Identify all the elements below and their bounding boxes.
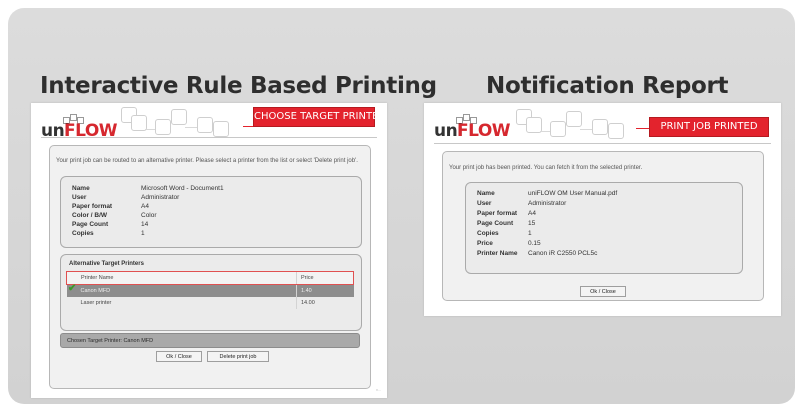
uniflow-logo: uni FLOW (434, 114, 511, 141)
logo-flow-text: FLOW (64, 121, 118, 141)
logo-flow-text: FLOW (457, 121, 511, 141)
badge-connector (636, 128, 650, 129)
left-heading: Interactive Rule Based Printing (40, 73, 437, 99)
printer-row-laser[interactable]: Laser printer 14.00 (67, 297, 354, 309)
printer-table-header: Printer Name Price (66, 271, 354, 285)
footer-text: v... (375, 387, 381, 392)
col-price: Price (296, 271, 354, 285)
printer-name-cell: Laser printer (80, 300, 112, 306)
content-box: Your print job has been printed. You can… (442, 151, 764, 301)
right-heading: Notification Report (486, 73, 729, 99)
printer-name-cell: Canon MFD (66, 284, 297, 297)
choose-target-printer-badge: CHOOSE TARGET PRINTER (253, 107, 385, 127)
job-details: Name Microsoft Word - Document1 User Admin… (60, 176, 362, 248)
selected-check-icon: ✔ (68, 283, 77, 294)
badge-connector (243, 126, 253, 127)
alternative-printers-title: Alternative Target Printers (69, 261, 144, 267)
ok-close-button[interactable]: Ok / Close (580, 286, 626, 297)
ok-close-button[interactable]: Ok / Close (156, 351, 202, 362)
header-separator (434, 143, 771, 144)
chosen-target-printer: Chosen Target Printer: Canon MFD (60, 333, 360, 348)
decorative-squares (121, 107, 241, 137)
printer-price-cell: 14.00 (296, 297, 354, 309)
print-job-printed-badge: PRINT JOB PRINTED (649, 117, 769, 137)
print-job-printed-window: uni FLOW PRINT JOB PRINTED Your print jo… (424, 103, 781, 316)
printed-message: Your print job has been printed. You can… (449, 165, 643, 171)
header-separator (41, 137, 377, 138)
printer-price-cell: 1.40 (296, 284, 354, 297)
delete-print-job-button[interactable]: Delete print job (207, 351, 269, 362)
printer-row-canon-mfd[interactable]: Canon MFD 1.40 (66, 284, 354, 297)
decorative-squares (516, 109, 636, 139)
printer-table: Printer Name Price Canon MFD 1.40 Laser … (66, 271, 354, 309)
col-printer-name: Printer Name (66, 271, 297, 285)
choose-printer-window: uni FLOW CHOOSE TARGET PRINTER Your prin… (31, 103, 387, 398)
job-details: Name uniFLOW OM User Manual.pdf User Admin… (465, 182, 743, 274)
alternative-printers-box: Alternative Target Printers Printer Name… (60, 254, 362, 331)
routing-message: Your print job can be routed to an alter… (56, 158, 358, 164)
